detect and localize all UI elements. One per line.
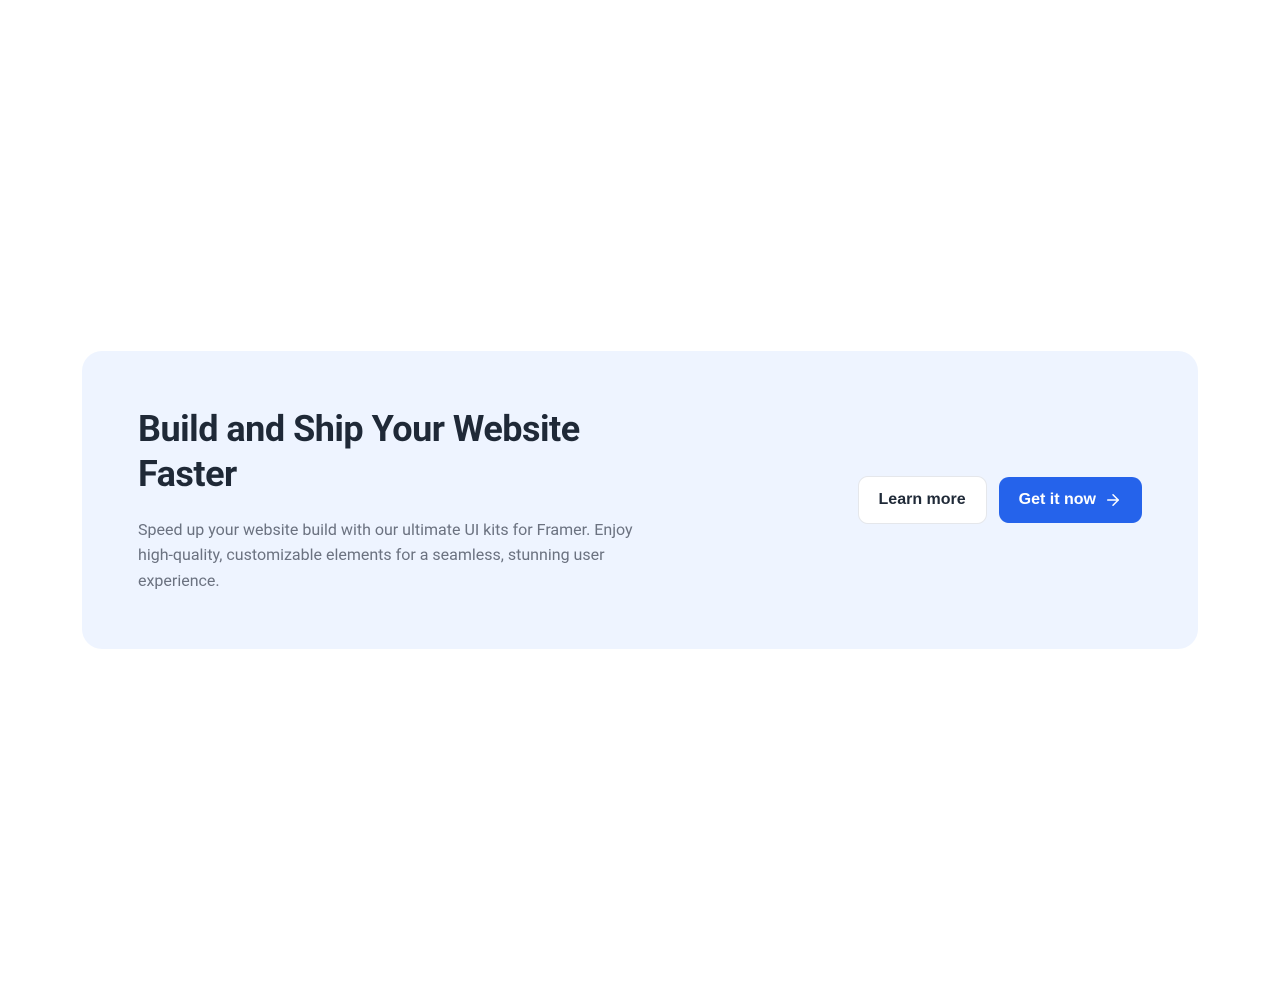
cta-card: Build and Ship Your Website Faster Speed… bbox=[82, 351, 1198, 650]
learn-more-button[interactable]: Learn more bbox=[858, 476, 987, 524]
learn-more-label: Learn more bbox=[879, 491, 966, 509]
get-it-now-label: Get it now bbox=[1019, 491, 1096, 509]
arrow-right-icon bbox=[1104, 491, 1122, 509]
cta-description: Speed up your website build with our ult… bbox=[138, 517, 638, 594]
cta-heading: Build and Ship Your Website Faster bbox=[138, 407, 638, 497]
cta-content: Build and Ship Your Website Faster Speed… bbox=[138, 407, 638, 594]
cta-buttons: Learn more Get it now bbox=[858, 476, 1142, 524]
get-it-now-button[interactable]: Get it now bbox=[999, 477, 1142, 523]
